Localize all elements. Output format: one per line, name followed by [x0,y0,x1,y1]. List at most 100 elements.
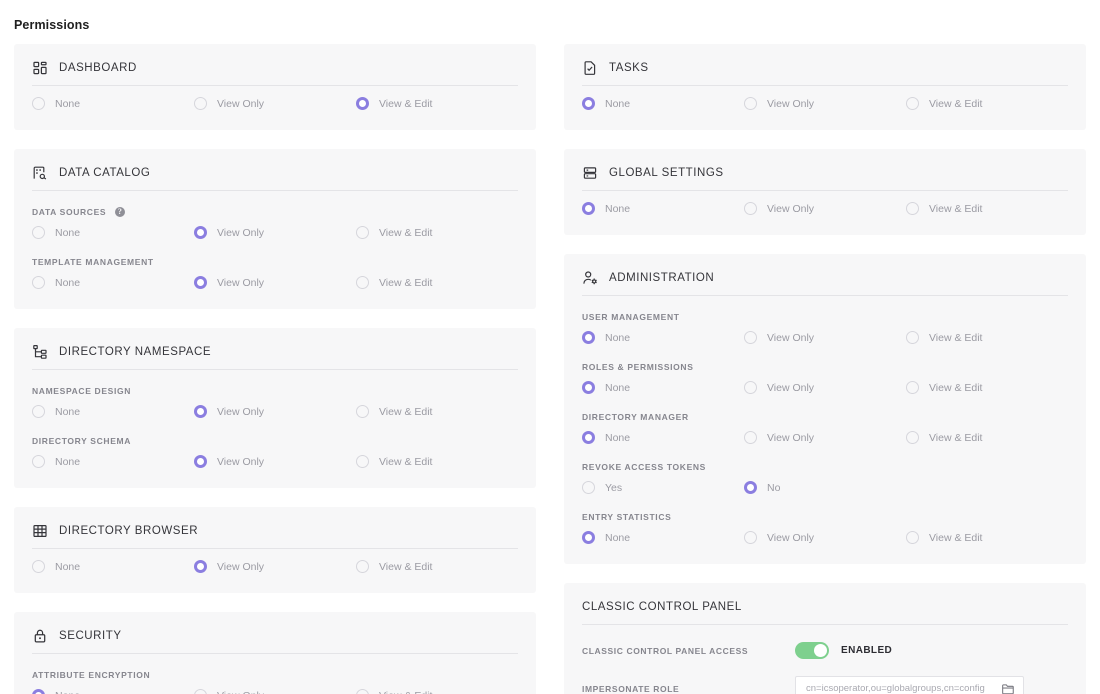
radio-option-label: View & Edit [378,560,433,573]
radio-option-label: None [605,381,631,394]
radio-option-label: View Only [766,97,815,110]
radio-selected-icon [193,276,207,289]
permission-group-label: DIRECTORY MANAGER [582,400,1068,424]
radio-option-none[interactable]: None [32,560,194,573]
radio-option-label: View & Edit [928,431,983,444]
radio-unselected-icon [355,405,369,418]
classic-control-panel-access-row: CLASSIC CONTROL PANEL ACCESS ENABLED [582,625,1068,659]
radio-option-none[interactable]: None [32,97,194,110]
radio-option-view-only[interactable]: View Only [193,455,356,468]
radio-option-label: View & Edit [378,455,433,468]
radio-option-view-only[interactable]: View Only [193,405,356,418]
radio-option-view-only[interactable]: View Only [193,97,356,110]
permission-option-row: None View Only View & Edit [32,269,518,295]
radio-option-label: No [766,481,781,494]
radio-option-label: None [55,690,80,694]
radio-option-view-edit[interactable]: View & Edit [355,455,518,468]
permission-group-label-text: ENTRY STATISTICS [582,512,672,522]
card-title: DATA CATALOG [59,167,151,179]
radio-selected-icon [582,202,595,215]
radio-selected-icon [193,560,207,573]
radio-option-yes[interactable]: Yes [582,481,744,494]
radio-option-view-only[interactable]: View Only [743,97,906,110]
permission-option-row: None View Only View & Edit [582,195,1068,221]
radio-unselected-icon [905,531,919,544]
radio-unselected-icon [743,331,757,344]
radio-unselected-icon [355,276,369,289]
card-title: ADMINISTRATION [609,272,715,284]
radio-option-view-edit[interactable]: View & Edit [355,689,518,694]
toggle-state-label: ENABLED [841,645,893,656]
radio-option-view-edit[interactable]: View & Edit [355,560,518,573]
permission-group-label: REVOKE ACCESS TOKENS [582,450,1068,474]
radio-option-label: None [605,531,631,544]
radio-option-label: View Only [216,560,265,573]
radio-unselected-icon [905,97,919,110]
permission-group-label-text: REVOKE ACCESS TOKENS [582,462,706,472]
radio-option-view-edit[interactable]: View & Edit [905,331,1068,344]
impersonate-role-field[interactable] [795,676,1024,694]
radio-option-none[interactable]: None [582,531,744,544]
radio-option-none[interactable]: None [582,202,744,215]
radio-option-view-edit[interactable]: View & Edit [905,381,1068,394]
classic-control-panel-access-toggle-wrap: ENABLED [795,642,892,659]
page-title: Permissions [14,18,90,32]
radio-option-no[interactable]: No [743,481,906,494]
permission-group-label: USER MANAGEMENT [582,300,1068,324]
radio-option-view-only[interactable]: View Only [743,531,906,544]
radio-option-view-edit[interactable]: View & Edit [355,226,518,239]
dashboard-grid-icon [32,60,48,76]
info-icon[interactable]: ? [115,207,126,217]
radio-option-view-only[interactable]: View Only [743,431,906,444]
impersonate-role-input[interactable] [806,683,1001,694]
permission-group-label: ATTRIBUTE ENCRYPTION [32,658,518,682]
radio-option-view-edit[interactable]: View & Edit [355,276,518,289]
radio-option-none[interactable]: None [32,455,194,468]
folder-icon[interactable] [1001,682,1015,694]
permission-group-label-text: NAMESPACE DESIGN [32,386,132,396]
radio-option-none[interactable]: None [32,689,194,694]
radio-option-none[interactable]: None [582,97,744,110]
radio-option-label: View Only [216,455,265,468]
radio-option-none[interactable]: None [582,431,744,444]
permission-group-label: ENTRY STATISTICS [582,500,1068,524]
permission-group-label-text: TEMPLATE MANAGEMENT [32,257,154,267]
radio-option-label: View & Edit [378,276,433,289]
card-header: TASKS [582,54,1068,86]
permission-option-row: None View Only View & Edit [32,398,518,424]
classic-control-panel-access-toggle[interactable] [795,642,829,659]
permission-group-label: DATA SOURCES? [32,195,518,219]
radio-unselected-icon [743,381,757,394]
radio-option-none[interactable]: None [32,405,194,418]
radio-option-view-only[interactable]: View Only [193,276,356,289]
radio-option-view-edit[interactable]: View & Edit [355,97,518,110]
radio-option-label: View & Edit [928,531,983,544]
radio-option-view-edit[interactable]: View & Edit [905,531,1068,544]
radio-unselected-icon [905,202,919,215]
radio-option-view-edit[interactable]: View & Edit [905,97,1068,110]
radio-option-view-only[interactable]: View Only [193,560,356,573]
radio-unselected-icon [743,531,757,544]
radio-option-label: None [605,331,631,344]
radio-option-none[interactable]: None [582,331,744,344]
radio-option-label: None [55,560,81,573]
radio-option-none[interactable]: None [582,381,744,394]
radio-option-view-only[interactable]: View Only [743,331,906,344]
radio-option-label: View & Edit [378,97,433,110]
radio-option-view-only[interactable]: View Only [193,689,356,694]
permission-card-administration: ADMINISTRATION USER MANAGEMENT None View On… [564,254,1086,564]
card-title: DIRECTORY BROWSER [59,525,199,537]
permission-card-security: SECURITY ATTRIBUTE ENCRYPTION None View Onl… [14,612,536,694]
radio-option-label: None [605,431,631,444]
radio-option-none[interactable]: None [32,226,194,239]
radio-option-view-only[interactable]: View Only [743,202,906,215]
radio-option-view-only[interactable]: View Only [743,381,906,394]
right-permission-column: TASKS None View Only View & Edit GLOBAL SETT… [564,44,1086,694]
radio-option-label: View Only [216,226,265,239]
radio-selected-icon [193,455,207,468]
radio-option-none[interactable]: None [32,276,194,289]
radio-option-view-only[interactable]: View Only [193,226,356,239]
radio-option-view-edit[interactable]: View & Edit [905,202,1068,215]
radio-option-view-edit[interactable]: View & Edit [355,405,518,418]
radio-option-view-edit[interactable]: View & Edit [905,431,1068,444]
